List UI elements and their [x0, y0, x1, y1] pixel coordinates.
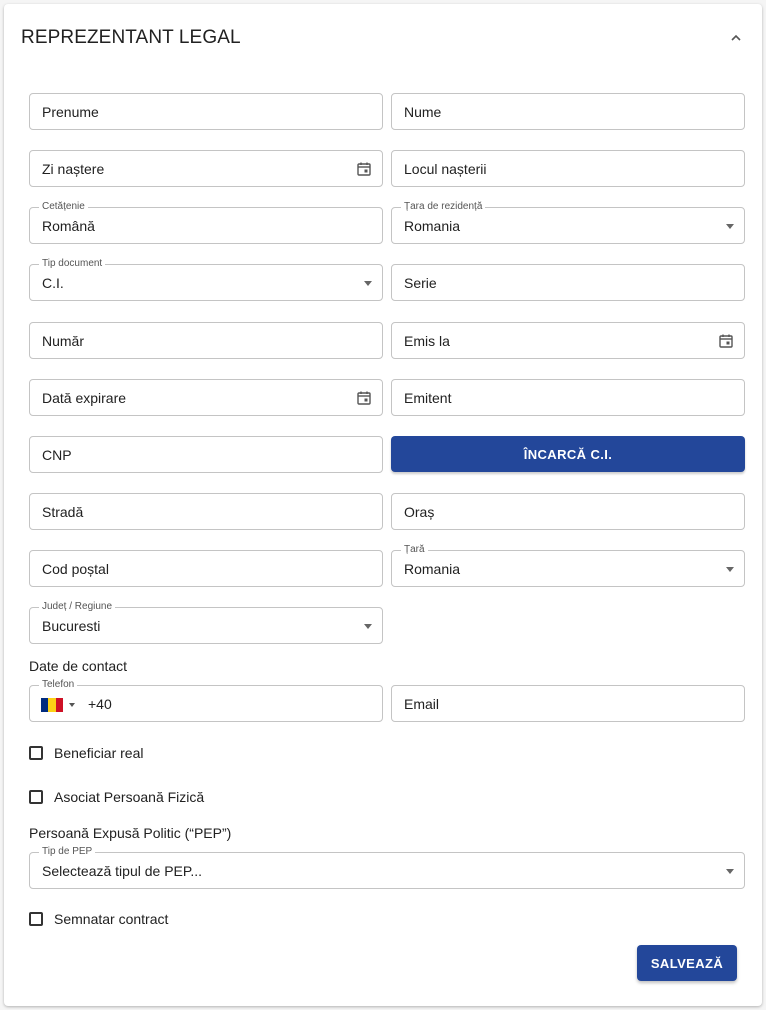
number-field[interactable]: Număr — [29, 322, 383, 359]
issue-date-field[interactable]: Emis la — [391, 322, 745, 359]
citizenship-field[interactable]: Cetățenie Română — [29, 201, 383, 244]
country-select[interactable]: Țară Romania — [391, 544, 745, 587]
calendar-icon[interactable] — [356, 390, 372, 406]
phone-field[interactable]: Telefon +40 — [29, 679, 383, 722]
pep-type-value: Selectează tipul de PEP... — [42, 863, 203, 879]
residence-country-select[interactable]: Țara de rezidență Romania — [391, 201, 745, 244]
signatory-label: Semnatar contract — [54, 911, 169, 927]
pep-type-select[interactable]: Tip de PEP Selectează tipul de PEP... — [29, 846, 745, 889]
postal-code-field[interactable]: Cod poștal — [29, 550, 383, 587]
associate-label: Asociat Persoană Fizică — [54, 789, 205, 805]
dropdown-arrow-icon[interactable] — [364, 281, 372, 286]
city-placeholder: Oraș — [404, 504, 435, 520]
beneficiary-checkbox[interactable] — [29, 746, 43, 760]
series-field[interactable]: Serie — [391, 264, 745, 301]
dropdown-arrow-icon[interactable] — [726, 224, 734, 229]
dropdown-arrow-icon[interactable] — [364, 624, 372, 629]
cnp-placeholder: CNP — [42, 447, 72, 463]
associate-checkbox[interactable] — [29, 790, 43, 804]
dropdown-arrow-icon[interactable] — [726, 869, 734, 874]
citizenship-value: Română — [42, 218, 95, 234]
associate-checkbox-row[interactable]: Asociat Persoană Fizică — [29, 787, 204, 807]
postal-code-placeholder: Cod poștal — [42, 561, 109, 577]
issuer-placeholder: Emitent — [404, 390, 452, 406]
county-value: Bucuresti — [42, 618, 101, 634]
country-value: Romania — [404, 561, 461, 577]
romania-flag-icon[interactable] — [41, 698, 63, 712]
beneficiary-label: Beneficiar real — [54, 745, 144, 761]
last-name-field[interactable]: Nume — [391, 93, 745, 130]
document-type-select[interactable]: Tip document C.I. — [29, 258, 383, 301]
series-placeholder: Serie — [404, 275, 437, 291]
birth-place-placeholder: Locul nașterii — [404, 161, 487, 177]
legal-representative-card: REPREZENTANT LEGAL Prenume Nume Zi naște… — [4, 4, 762, 1006]
email-placeholder: Email — [404, 696, 440, 712]
county-select[interactable]: Județ / Regiune Bucuresti — [29, 601, 383, 644]
issue-date-placeholder: Emis la — [404, 333, 450, 349]
issuer-field[interactable]: Emitent — [391, 379, 745, 416]
upload-id-button[interactable]: ÎNCARCĂ C.I. — [391, 436, 745, 472]
birth-date-field[interactable]: Zi naștere — [29, 150, 383, 187]
calendar-icon[interactable] — [356, 161, 372, 177]
city-field[interactable]: Oraș — [391, 493, 745, 530]
phone-label: Telefon — [39, 679, 78, 691]
section-header[interactable]: REPREZENTANT LEGAL — [4, 4, 762, 68]
first-name-field[interactable]: Prenume — [29, 93, 383, 130]
email-field[interactable]: Email — [391, 685, 745, 722]
birth-place-field[interactable]: Locul nașterii — [391, 150, 745, 187]
first-name-placeholder: Prenume — [42, 104, 99, 120]
country-dropdown-arrow-icon[interactable] — [69, 703, 75, 707]
birth-date-placeholder: Zi naștere — [42, 161, 105, 177]
chevron-up-icon[interactable] — [726, 28, 746, 48]
calendar-icon[interactable] — [718, 333, 734, 349]
street-placeholder: Stradă — [42, 504, 84, 520]
cnp-field[interactable]: CNP — [29, 436, 383, 473]
residence-country-value: Romania — [404, 218, 461, 234]
last-name-placeholder: Nume — [404, 104, 442, 120]
beneficiary-checkbox-row[interactable]: Beneficiar real — [29, 743, 144, 763]
phone-prefix: +40 — [88, 696, 112, 712]
contact-section-label: Date de contact — [29, 658, 128, 674]
pep-section-label: Persoană Expusă Politic (“PEP”) — [29, 825, 232, 841]
document-type-value: C.I. — [42, 275, 64, 291]
save-button[interactable]: SALVEAZĂ — [637, 945, 737, 981]
expiry-date-placeholder: Dată expirare — [42, 390, 127, 406]
street-field[interactable]: Stradă — [29, 493, 383, 530]
number-placeholder: Număr — [42, 333, 85, 349]
expiry-date-field[interactable]: Dată expirare — [29, 379, 383, 416]
dropdown-arrow-icon[interactable] — [726, 567, 734, 572]
section-title: REPREZENTANT LEGAL — [21, 27, 241, 48]
signatory-checkbox[interactable] — [29, 912, 43, 926]
signatory-checkbox-row[interactable]: Semnatar contract — [29, 909, 168, 929]
